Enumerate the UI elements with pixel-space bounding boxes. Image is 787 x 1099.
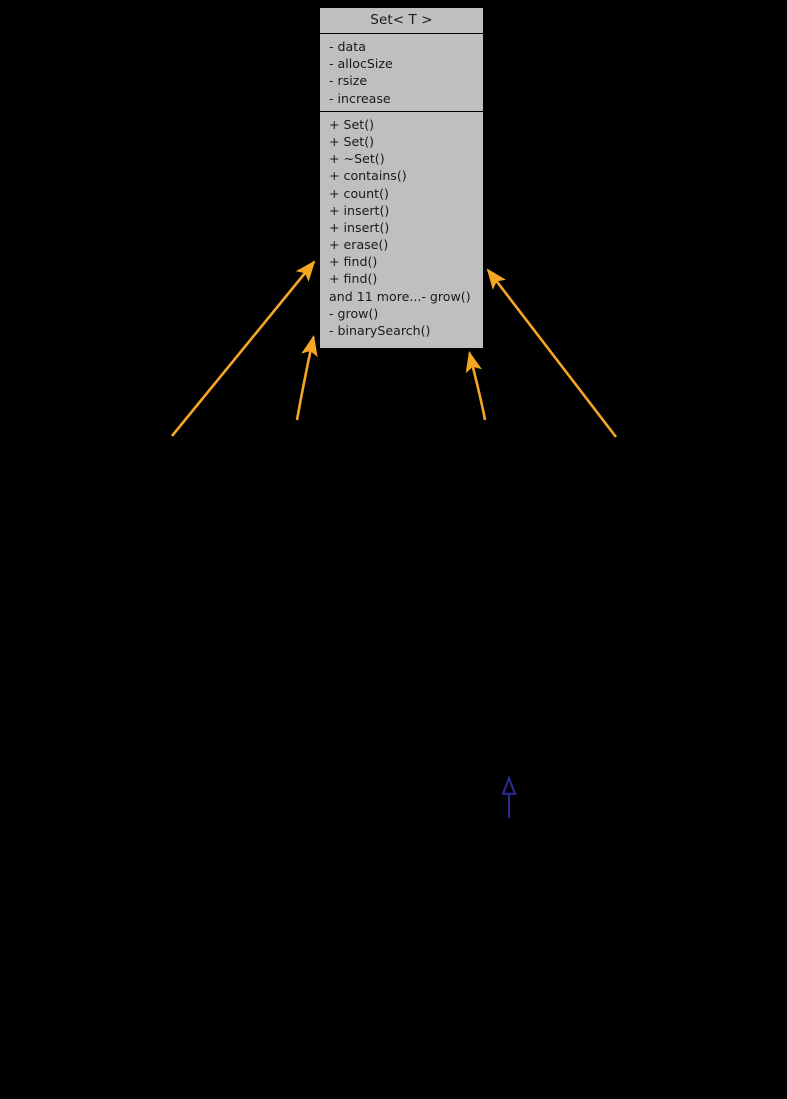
method-row: + insert() <box>329 202 390 218</box>
method-row: + Set() <box>329 133 375 149</box>
method-row: + erase() <box>329 237 389 253</box>
attribute-row: - allocSize <box>329 56 393 72</box>
uml-class-diagram-canvas: Set< T > - data - allocSize - rsize - in… <box>0 0 787 1099</box>
method-row: + contains() <box>329 168 407 184</box>
attribute-row: - rsize <box>329 73 368 89</box>
class-name-label: Set< T > <box>370 11 433 28</box>
method-row: + count() <box>329 185 389 201</box>
class-title-band: Set< T > <box>320 8 483 34</box>
inheritance-edge-2 <box>295 334 318 421</box>
class-attributes-section: - data - allocSize - rsize - increase <box>320 34 483 112</box>
method-row: + ~Set() <box>329 151 385 167</box>
class-methods-section: + Set() + Set() + ~Set() + contains() + … <box>320 112 483 343</box>
method-row: + find() <box>329 271 378 287</box>
inheritance-edge-1 <box>170 260 316 437</box>
attribute-row: - data <box>329 39 366 54</box>
method-row: + Set() <box>329 116 375 132</box>
uml-class-node-set-t[interactable]: Set< T > - data - allocSize - rsize - in… <box>318 6 485 350</box>
method-row: + insert() <box>329 219 390 235</box>
attribute-row: - increase <box>329 90 391 106</box>
method-row: + find() <box>329 254 378 270</box>
method-row-more: and 11 more...- grow() <box>329 288 471 304</box>
method-row: - grow() <box>329 305 379 321</box>
method-row: - binarySearch() <box>329 323 431 338</box>
inheritance-edge-4 <box>486 268 618 438</box>
inheritance-edge-3 <box>465 350 487 421</box>
